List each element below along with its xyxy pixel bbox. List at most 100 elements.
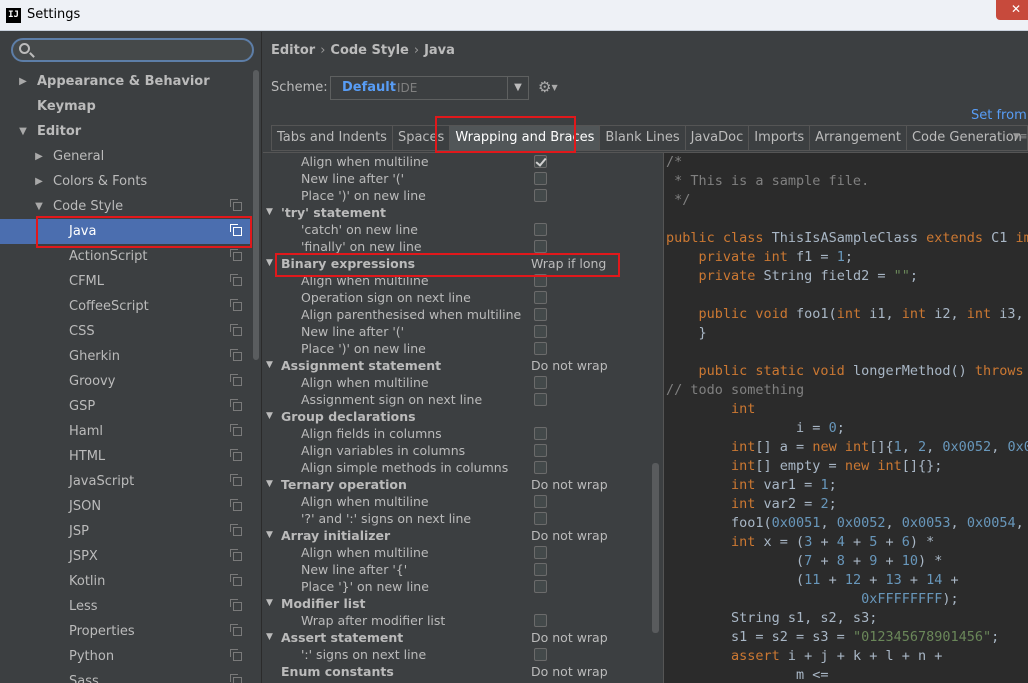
sidebar-item-coffeescript[interactable]: CoffeeScript [0,294,252,319]
sidebar-item-json[interactable]: JSON [0,494,252,519]
settings-group[interactable]: ▼ Group declarations [263,408,661,425]
option-checkbox[interactable] [534,274,547,287]
settings-group[interactable]: Enum constants Do not wrap [263,663,661,680]
sidebar-item-gherkin[interactable]: Gherkin [0,344,252,369]
option-checkbox[interactable] [534,546,547,559]
settings-option[interactable]: ':' signs on next line [263,646,661,663]
expand-down-icon[interactable]: ▼ [17,119,29,144]
wrap-mode-select[interactable]: Do not wrap [531,527,608,544]
settings-option[interactable]: Place ')' on new line [263,340,661,357]
sidebar-item-jsp[interactable]: JSP [0,519,252,544]
settings-option[interactable]: Place ')' on new line [263,187,661,204]
settings-option[interactable]: Align fields in columns [263,425,661,442]
wrap-mode-select[interactable]: Do not wrap [531,663,608,680]
expand-down-icon[interactable]: ▼ [33,194,45,219]
sidebar-item-actionscript[interactable]: ActionScript [0,244,252,269]
option-checkbox[interactable] [534,648,547,661]
settings-option[interactable]: '?' and ':' signs on next line [263,510,661,527]
wrap-mode-select[interactable]: Wrap if long [531,255,606,272]
option-checkbox[interactable] [534,580,547,593]
sidebar-item-general[interactable]: ▶ General [0,144,252,169]
sidebar-item-keymap[interactable]: Keymap [0,94,252,119]
sidebar-scrollbar[interactable] [253,70,259,360]
settings-option[interactable]: Align when multiline [263,374,661,391]
settings-group[interactable]: ▼ Assert statement Do not wrap [263,629,661,646]
sidebar-item-gsp[interactable]: GSP [0,394,252,419]
settings-option[interactable]: Wrap after modifier list [263,612,661,629]
option-checkbox[interactable] [534,325,547,338]
sidebar-item-code-style[interactable]: ▼ Code Style [0,194,252,219]
option-checkbox[interactable] [534,342,547,355]
sidebar-item-cfml[interactable]: CFML [0,269,252,294]
expand-down-icon[interactable]: ▼ [266,629,273,646]
tab-overflow-icon[interactable]: ▼≡ [1013,132,1027,142]
option-checkbox[interactable] [534,172,547,185]
settings-option[interactable]: Align when multiline [263,153,661,170]
chevron-down-icon[interactable]: ▼ [507,77,528,99]
expand-down-icon[interactable]: ▼ [266,204,273,221]
sidebar-item-javascript[interactable]: JavaScript [0,469,252,494]
settings-option[interactable]: New line after '(' [263,170,661,187]
sidebar-item-editor[interactable]: ▼ Editor [0,119,252,144]
close-button[interactable]: ✕ [996,0,1028,20]
settings-option[interactable]: Align variables in columns [263,442,661,459]
wrap-mode-select[interactable]: Do not wrap [531,357,608,374]
settings-group[interactable]: ▼ Ternary operation Do not wrap [263,476,661,493]
option-checkbox[interactable] [534,393,547,406]
sidebar-item-groovy[interactable]: Groovy [0,369,252,394]
sidebar-item-less[interactable]: Less [0,594,252,619]
option-checkbox[interactable] [534,376,547,389]
search-box[interactable] [11,38,254,62]
settings-option[interactable]: Align parenthesised when multiline [263,306,661,323]
option-checkbox[interactable] [534,461,547,474]
option-checkbox[interactable] [534,614,547,627]
option-checkbox[interactable] [534,189,547,202]
expand-down-icon[interactable]: ▼ [266,357,273,374]
gear-icon[interactable]: ⚙▼ [538,78,558,96]
tab-javadoc[interactable]: JavaDoc [684,125,749,151]
search-input[interactable] [37,41,247,59]
set-from-link[interactable]: Set from... [971,108,1028,123]
option-checkbox[interactable] [534,495,547,508]
expand-down-icon[interactable]: ▼ [266,476,273,493]
settings-option[interactable]: Align when multiline [263,272,661,289]
settings-option[interactable]: New line after '(' [263,323,661,340]
sidebar-item-html[interactable]: HTML [0,444,252,469]
tab-wrapping-and-braces[interactable]: Wrapping and Braces [449,125,600,151]
settings-group[interactable]: ▼ Assignment statement Do not wrap [263,357,661,374]
sidebar-item-python[interactable]: Python [0,644,252,669]
settings-option[interactable]: New line after '{' [263,561,661,578]
settings-option[interactable]: Align when multiline [263,493,661,510]
wrap-mode-select[interactable]: Do not wrap [531,476,608,493]
option-checkbox[interactable] [534,512,547,525]
option-checkbox[interactable] [534,240,547,253]
settings-group[interactable]: ▼ Modifier list [263,595,661,612]
expand-right-icon[interactable]: ▶ [17,69,29,94]
option-checkbox[interactable] [534,444,547,457]
option-checkbox[interactable] [534,563,547,576]
tab-arrangement[interactable]: Arrangement [809,125,906,151]
sidebar-item-properties[interactable]: Properties [0,619,252,644]
settings-option[interactable]: Align simple methods in columns [263,459,661,476]
settings-group[interactable]: ▼ 'try' statement [263,204,661,221]
expand-down-icon[interactable]: ▼ [266,408,273,425]
sidebar-item-appearance-behavior[interactable]: ▶ Appearance & Behavior [0,69,252,94]
settings-group[interactable]: ▼ Array initializer Do not wrap [263,527,661,544]
tab-tabs-and-indents[interactable]: Tabs and Indents [271,125,392,151]
sidebar-item-sass[interactable]: Sass [0,669,252,683]
tab-code-generation[interactable]: Code Generation [905,125,1028,151]
sidebar-item-css[interactable]: CSS [0,319,252,344]
expand-down-icon[interactable]: ▼ [266,527,273,544]
sidebar-item-kotlin[interactable]: Kotlin [0,569,252,594]
settings-option[interactable]: 'catch' on new line [263,221,661,238]
option-checkbox[interactable] [534,155,547,168]
expand-right-icon[interactable]: ▶ [33,169,45,194]
tab-imports[interactable]: Imports [748,125,810,151]
tab-blank-lines[interactable]: Blank Lines [599,125,685,151]
sidebar-item-java[interactable]: Java [0,219,252,244]
settings-option[interactable]: Operation sign on next line [263,289,661,306]
scheme-select[interactable]: Default IDE ▼ [330,76,529,100]
settings-option[interactable]: Align when multiline [263,544,661,561]
option-checkbox[interactable] [534,308,547,321]
sidebar-item-jspx[interactable]: JSPX [0,544,252,569]
